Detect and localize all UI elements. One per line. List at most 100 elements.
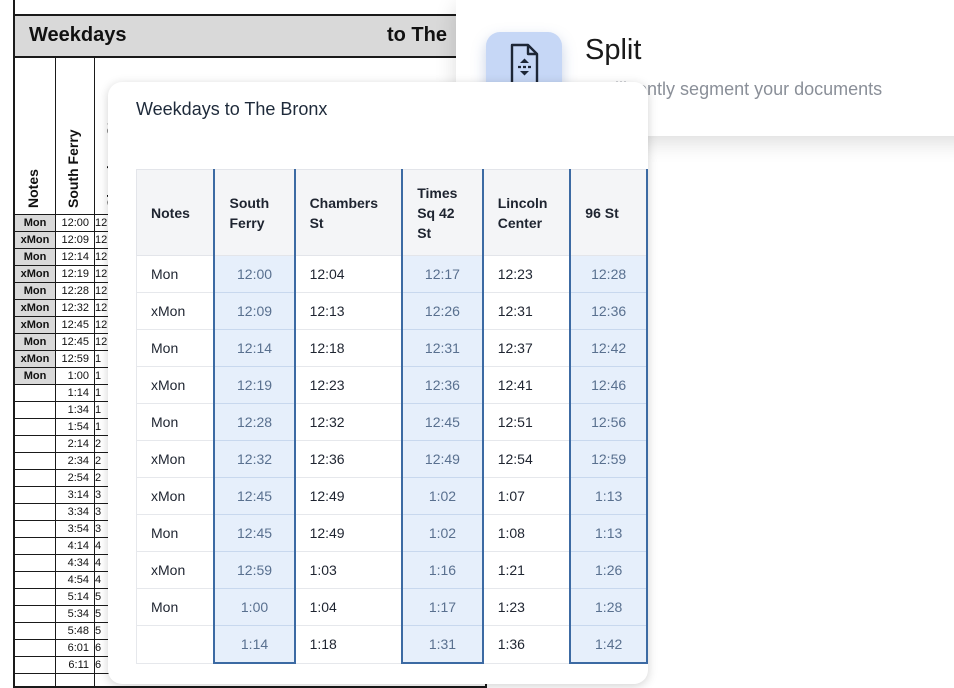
table-row: Mon 12:14 12:18 12:31 12:37 12:42 [136,329,648,367]
table-cell: 1:18 [294,625,403,664]
background-note-cell [15,572,55,589]
background-header-south-ferry: South Ferry [56,56,95,214]
table-cell: 1:13 [569,514,648,552]
background-cut-cell: 2 [95,472,102,484]
extracted-table-card: Weekdays to The Bronx Notes South Ferry Ch… [108,82,648,684]
background-time-cell: 1:34 [67,404,89,416]
background-time-cell: 2:14 [67,438,89,450]
background-time-cell: 2:54 [67,472,89,484]
table-cell: 1:28 [569,588,648,626]
table-cell: 1:17 [401,588,484,626]
background-cut-cell: 1 [95,353,102,365]
background-time-cell: 2:34 [67,455,89,467]
background-time-cell: 3:14 [67,489,89,501]
table-cell: 12:36 [294,440,403,478]
background-note-cell [15,453,55,470]
background-note-cell: Mon [15,215,55,232]
table-cell: 12:04 [294,255,403,293]
background-time-cell: 12:45 [61,336,89,348]
background-cut-cell: 6 [95,642,102,654]
table-cell: xMon [136,292,215,330]
table-cell: 12:31 [482,292,571,330]
background-cut-cell: 5 [95,608,102,620]
background-time-cell: 12:45 [61,319,89,331]
table-row: xMon 12:45 12:49 1:02 1:07 1:13 [136,477,648,515]
background-time-cell: 6:11 [68,659,89,671]
background-note-cell: xMon [15,317,55,334]
table-cell: Mon [136,403,215,441]
background-time-cell: 5:48 [67,625,89,637]
table-row: 1:14 1:18 1:31 1:36 1:42 [136,625,648,664]
table-cell: 12:49 [294,514,403,552]
background-time-cell: 6:01 [67,642,89,654]
table-cell: 12:32 [294,403,403,441]
table-cell: xMon [136,366,215,404]
table-row: Mon 12:45 12:49 1:02 1:08 1:13 [136,514,648,552]
background-note-cell: Mon [15,334,55,351]
table-cell: 12:14 [213,329,296,367]
background-cut-cell: 1 [95,370,102,382]
table-cell: 12:26 [401,292,484,330]
table-cell: 12:17 [401,255,484,293]
background-time-cell: 5:34 [67,608,89,620]
table-cell: 12:31 [401,329,484,367]
background-title-left: Weekdays [29,24,127,46]
background-note-cell: xMon [15,266,55,283]
table-cell: 12:18 [294,329,403,367]
background-note-cell [15,657,55,674]
background-note-cell [15,640,55,657]
background-time-cell: 12:14 [61,251,89,263]
table-cell: 12:09 [213,292,296,330]
table-cell: 12:32 [213,440,296,478]
background-time-cell: 4:54 [67,574,89,586]
background-note-cell [15,470,55,487]
background-time-cell: 1:54 [67,421,89,433]
table-cell: 1:21 [482,551,571,589]
background-time-cell: 3:34 [67,506,89,518]
background-note-cell [15,538,55,555]
background-note-cell: xMon [15,300,55,317]
table-cell: 1:16 [401,551,484,589]
background-cut-cell: 12 [95,268,108,280]
column-header: Times Sq 42 St [401,169,484,256]
table-row: xMon 12:32 12:36 12:49 12:54 12:59 [136,440,648,478]
background-cut-cell: 1 [95,387,102,399]
background-cut-cell: 3 [95,506,102,518]
table-cell: 1:02 [401,477,484,515]
table-row: Mon 12:00 12:04 12:17 12:23 12:28 [136,255,648,293]
background-note-cell [15,606,55,623]
table-cell: 12:45 [213,477,296,515]
table-cell: 12:28 [213,403,296,441]
table-cell: 1:04 [294,588,403,626]
column-header: 96 St [569,169,648,256]
table-cell: 1:36 [482,625,571,664]
table-cell: 12:54 [482,440,571,478]
background-note-cell [15,385,55,402]
table-cell: 12:56 [569,403,648,441]
table-cell: 1:03 [294,551,403,589]
table-cell: 1:08 [482,514,571,552]
background-time-cell: 12:09 [61,234,89,246]
background-cut-cell: 12 [95,234,108,246]
table-cell: 1:23 [482,588,571,626]
background-note-cell [15,504,55,521]
table-cell: 12:45 [213,514,296,552]
table-title: Weekdays to The Bronx [136,99,328,119]
background-note-cell [15,589,55,606]
table-body: Mon 12:00 12:04 12:17 12:23 12:28 xMon 12:09 12:… [136,255,648,664]
background-cut-cell: 3 [95,489,102,501]
background-cut-cell: 5 [95,591,102,603]
background-note-cell: xMon [15,351,55,368]
background-cut-cell: 12 [95,336,108,348]
background-title-right: to The [387,24,447,46]
background-cut-cell: 2 [95,455,102,467]
table-cell: 12:59 [213,551,296,589]
background-note-cell [15,555,55,572]
column-header: Chambers St [294,169,403,256]
background-cut-cell: 12 [95,302,108,314]
background-cut-cell: 1 [95,404,102,416]
background-cut-cell: 4 [95,540,102,552]
background-time-cell: 4:34 [67,557,89,569]
table-cell: xMon [136,477,215,515]
table-row: Mon 1:00 1:04 1:17 1:23 1:28 [136,588,648,626]
